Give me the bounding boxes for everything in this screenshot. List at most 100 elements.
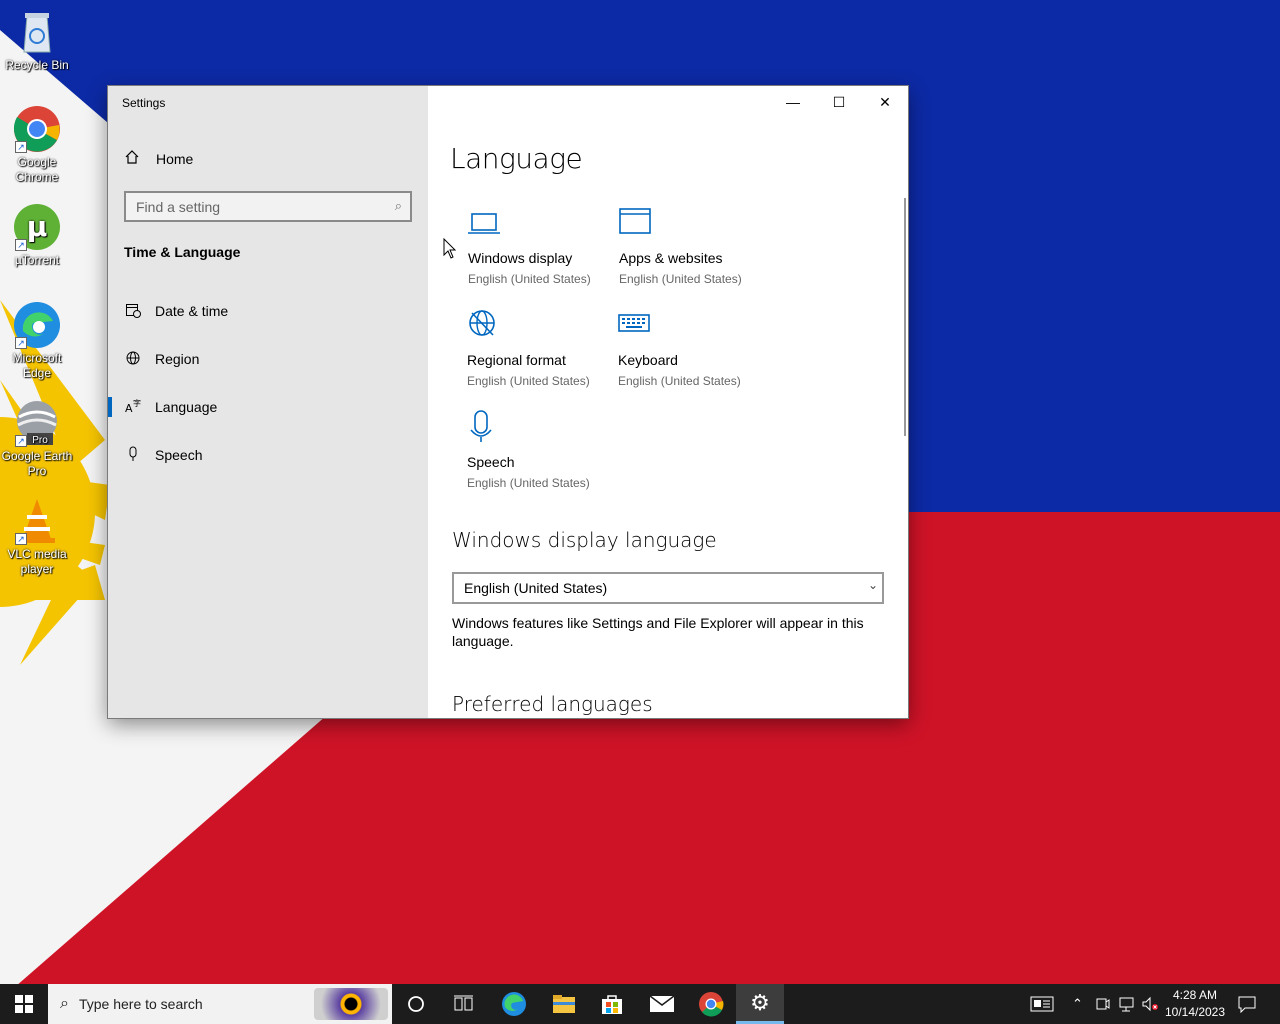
globe-format-icon [467,308,617,344]
settings-main: — ☐ ✕ Language Windows display English (… [428,86,908,718]
windows-logo-icon [15,995,33,1013]
task-view-button[interactable] [440,984,488,1024]
section-title: Time & Language [124,244,241,260]
svg-text:字: 字 [133,398,141,408]
desktop-icon-label: VLC media player [7,547,67,576]
utorrent-icon: µ ↗ [13,203,61,251]
window-title: Settings [122,96,166,110]
sidebar-item-region[interactable]: Region [108,339,428,379]
desktop-icon-label: Google Chrome [15,155,59,184]
taskbar-store[interactable] [588,984,636,1024]
tile-regional-format[interactable]: Regional format English (United States) [467,308,617,388]
tile-sub: English (United States) [619,272,742,286]
sidebar-item-label: Language [155,399,218,415]
clock-time: 4:28 AM [1172,988,1218,1002]
sidebar-item-label: Region [155,351,200,367]
tray-network-icon[interactable] [1118,984,1136,1024]
tray-news-icon[interactable] [1030,984,1054,1024]
settings-window: Settings Home ⌕ Time & Language Date & t… [108,86,908,718]
desktop-icon-utorrent[interactable]: µ ↗ µTorrent [0,203,74,268]
display-language-heading: Windows display language [452,528,717,552]
sidebar-item-date-time[interactable]: Date & time [108,291,428,331]
taskbar-settings-active[interactable]: ⚙ [736,984,784,1024]
scrollbar[interactable] [904,198,906,436]
desktop-icon-google-earth-pro[interactable]: Pro ↗ Google Earth Pro [0,399,74,479]
gear-icon: ⚙ [750,989,770,1015]
tile-windows-display[interactable]: Windows display English (United States) [468,206,618,286]
shortcut-arrow-icon: ↗ [15,239,27,251]
desktop-icon-vlc[interactable]: ↗ VLC media player [0,497,74,577]
task-view-icon [454,995,473,1011]
dropdown-value: English (United States) [464,580,608,596]
window-icon [619,206,769,242]
calendar-clock-icon [125,302,141,321]
shortcut-arrow-icon: ↗ [15,435,27,447]
minimize-button[interactable]: — [770,86,816,118]
tile-apps-websites[interactable]: Apps & websites English (United States) [619,206,769,286]
taskbar-search-box[interactable]: ⌕ Type here to search [48,984,392,1024]
svg-text:Pro: Pro [32,435,48,446]
shortcut-arrow-icon: ↗ [15,141,27,153]
tray-chevron-up-icon[interactable]: ⌃ [1072,984,1083,1024]
google-earth-icon: Pro ↗ [13,399,61,447]
cortana-button[interactable] [392,984,440,1024]
desktop-icon-recycle-bin[interactable]: Recycle Bin [0,8,74,73]
globe-icon [125,350,141,369]
taskbar-mail[interactable] [638,984,686,1024]
home-icon [124,149,140,168]
tray-meet-icon[interactable] [1096,984,1110,1024]
maximize-button[interactable]: ☐ [816,86,862,118]
action-center-button[interactable] [1238,984,1256,1024]
taskbar-clock[interactable]: 4:28 AM 10/14/2023 [1160,987,1230,1021]
search-input[interactable] [126,193,376,220]
taskbar-edge[interactable] [490,984,538,1024]
sidebar-item-speech[interactable]: Speech [108,435,428,475]
start-button[interactable] [0,984,48,1024]
find-setting-search[interactable]: ⌕ [124,191,412,222]
network-icon [1119,997,1134,1012]
tile-keyboard[interactable]: Keyboard English (United States) [618,308,768,388]
camera-icon [1096,998,1110,1010]
desktop-icon-label: Google Earth Pro [1,449,73,478]
taskbar-search-placeholder: Type here to search [78,996,203,1012]
shortcut-arrow-icon: ↗ [15,533,27,545]
tile-name: Regional format [467,352,566,368]
microphone-icon [467,410,617,446]
keyboard-icon [618,308,768,344]
chrome-icon: ↗ [13,105,61,153]
tile-name: Keyboard [618,352,678,368]
taskbar-file-explorer[interactable] [540,984,588,1024]
edge-icon: ↗ [13,301,61,349]
tile-name: Speech [467,454,515,470]
vlc-cone-icon: ↗ [13,497,61,545]
laptop-icon [468,206,618,242]
news-widget-icon [1030,996,1054,1012]
tile-sub: English (United States) [467,374,590,388]
desktop-icon-label: Microsoft Edge [12,351,62,380]
desktop-icon-google-chrome[interactable]: ↗ Google Chrome [0,105,74,185]
tray-volume-muted-icon[interactable] [1142,984,1160,1024]
page-title: Language [450,142,583,175]
microphone-icon [125,446,141,465]
display-language-dropdown[interactable]: English (United States) ⌄ [452,572,884,604]
search-highlight-image [314,988,388,1020]
clock-date: 10/14/2023 [1164,1005,1226,1019]
sidebar-item-label: Speech [155,447,203,463]
sidebar-item-label: Date & time [155,303,229,319]
search-icon: ⌕ [60,995,69,1012]
sidebar-item-language[interactable]: A字 Language [108,387,428,427]
desktop-icon-microsoft-edge[interactable]: ↗ Microsoft Edge [0,301,74,381]
notification-icon [1238,996,1256,1013]
chrome-icon [699,992,724,1017]
tile-speech[interactable]: Speech English (United States) [467,410,617,490]
mail-icon [649,995,675,1012]
recycle-bin-icon [13,8,61,56]
svg-text:A: A [125,402,133,414]
taskbar-chrome[interactable] [687,984,735,1024]
language-icon: A字 [125,398,141,417]
folder-icon [553,995,575,1013]
nav-home[interactable]: Home [124,149,193,168]
settings-sidebar: Settings Home ⌕ Time & Language Date & t… [108,86,428,718]
tile-sub: English (United States) [618,374,741,388]
close-button[interactable]: ✕ [862,86,908,118]
